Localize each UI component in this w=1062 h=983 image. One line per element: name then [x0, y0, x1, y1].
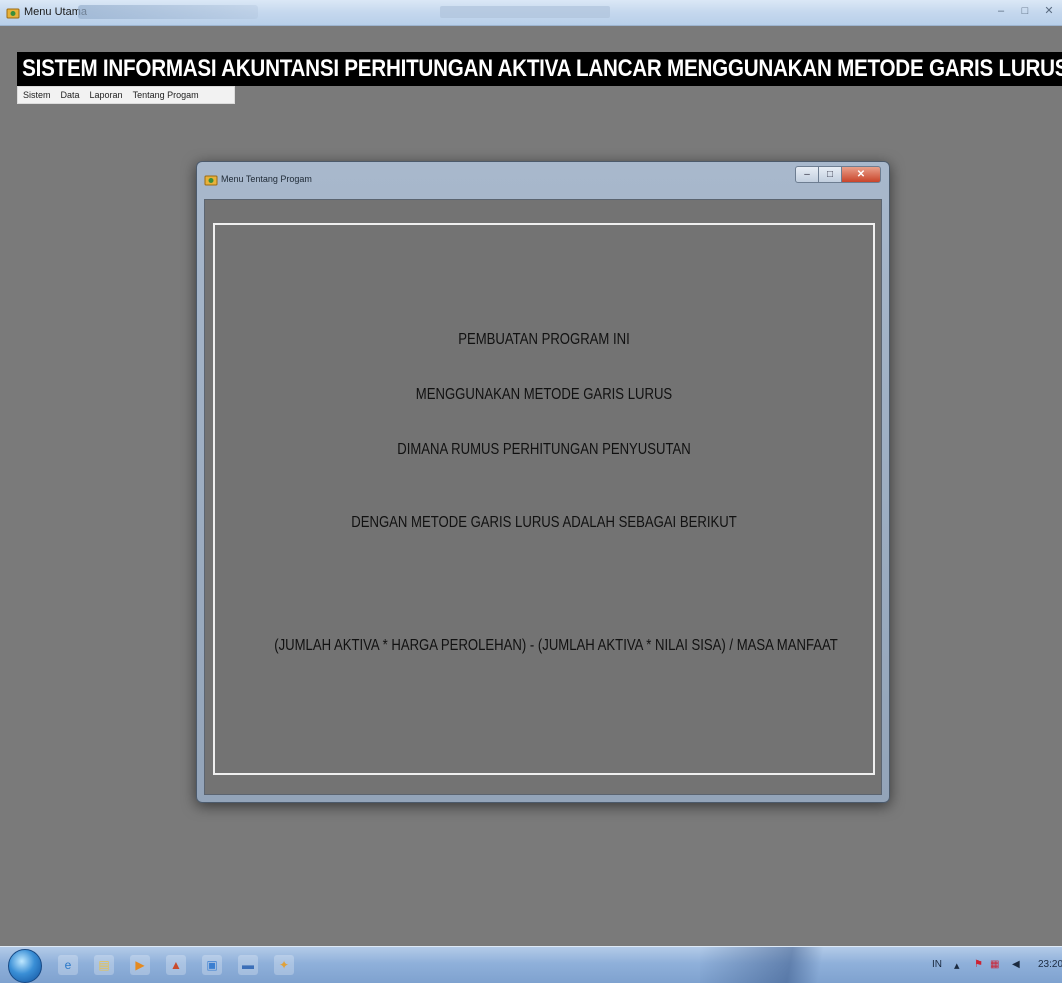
folder-icon[interactable]: ▬ — [238, 955, 258, 975]
main-title-bar: Menu Utama – □ ✕ — [0, 0, 1062, 26]
media-player-icon[interactable]: ▶ — [130, 955, 150, 975]
menu-data[interactable]: Data — [56, 90, 85, 100]
info-groupbox: PEMBUATAN PROGRAM INI MENGGUNAKAN METODE… — [213, 223, 875, 775]
paint-icon[interactable]: ▲ — [166, 955, 186, 975]
window-icon — [204, 175, 218, 186]
system-tray: IN ▴ ⚑ ▦ ◀ 23:20 — [862, 947, 1062, 983]
formula-line: (JUMLAH AKTIVA * HARGA PEROLEHAN) - (JUM… — [274, 637, 838, 654]
child-window-title: Menu Tentang Progam — [221, 174, 312, 184]
title-bar-blur — [440, 6, 610, 18]
about-program-window: Menu Tentang Progam – □ ✕ PEMBUATAN PROG… — [196, 161, 890, 803]
menu-sistem[interactable]: Sistem — [18, 90, 56, 100]
network-icon[interactable]: ▦ — [990, 959, 999, 970]
menu-laporan[interactable]: Laporan — [85, 90, 128, 100]
start-button-icon[interactable] — [8, 949, 42, 983]
explorer-icon[interactable]: ▤ — [94, 955, 114, 975]
clock[interactable]: 23:20 — [1038, 959, 1062, 970]
document-icon[interactable]: ▣ — [202, 955, 222, 975]
flag-icon[interactable]: ⚑ — [974, 959, 983, 970]
app-icon[interactable]: ✦ — [274, 955, 294, 975]
app-icon — [6, 8, 20, 19]
internet-explorer-icon[interactable]: e — [58, 955, 78, 975]
show-hidden-icons[interactable]: ▴ — [954, 959, 960, 972]
menu-tentang-progam[interactable]: Tentang Progam — [128, 90, 204, 100]
menu-bar: Sistem Data Laporan Tentang Progam — [17, 86, 235, 104]
language-indicator[interactable]: IN — [932, 959, 942, 970]
window-client-area: PEMBUATAN PROGRAM INI MENGGUNAKAN METODE… — [204, 199, 882, 795]
info-line-1: PEMBUATAN PROGRAM INI — [458, 331, 630, 348]
info-line-2: MENGGUNAKAN METODE GARIS LURUS — [415, 386, 673, 403]
maximize-button[interactable]: □ — [1018, 4, 1032, 18]
title-bar-blur — [78, 5, 258, 19]
info-line-3: DIMANA RUMUS PERHITUNGAN PENYUSUTAN — [397, 441, 691, 458]
child-close-button[interactable]: ✕ — [841, 166, 881, 183]
child-maximize-button[interactable]: □ — [818, 166, 842, 183]
info-line-4: DENGAN METODE GARIS LURUS ADALAH SEBAGAI… — [351, 514, 737, 531]
child-minimize-button[interactable]: – — [795, 166, 819, 183]
taskbar: e ▤ ▶ ▲ ▣ ▬ ✦ IN ▴ ⚑ ▦ ◀ 23:20 — [0, 946, 1062, 983]
volume-icon[interactable]: ◀ — [1012, 959, 1020, 970]
close-button[interactable]: ✕ — [1042, 4, 1056, 18]
minimize-button[interactable]: – — [994, 4, 1008, 18]
app-banner-title: SISTEM INFORMASI AKUNTANSI PERHITUNGAN A… — [17, 52, 1062, 86]
child-title-bar[interactable]: Menu Tentang Progam – □ ✕ — [197, 162, 889, 194]
